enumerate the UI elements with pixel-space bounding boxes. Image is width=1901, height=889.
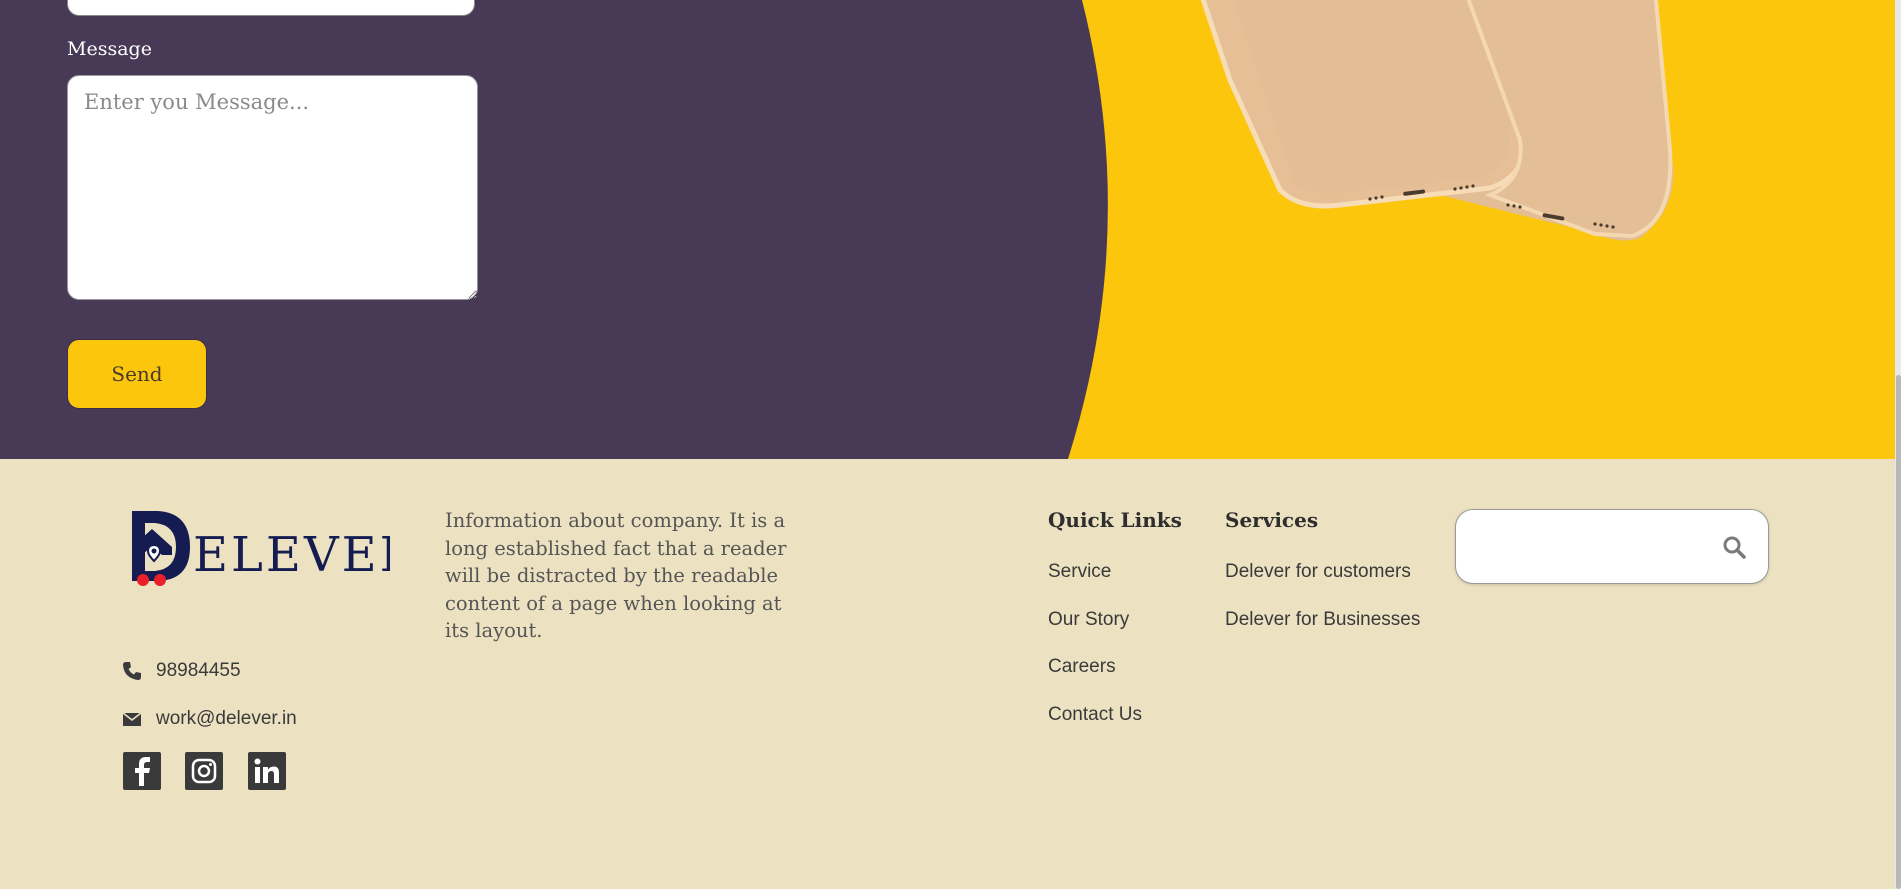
instagram-icon [191,758,217,784]
instagram-link[interactable] [185,752,223,790]
quick-link-service[interactable]: Service [1048,561,1111,583]
linkedin-link[interactable] [248,752,286,790]
quick-link-our-story[interactable]: Our Story [1048,609,1129,631]
quick-link-contact-us[interactable]: Contact Us [1048,704,1142,726]
services-title: Services [1225,508,1319,532]
message-label: Message [67,38,152,60]
linkedin-icon [254,758,279,783]
quick-link-careers[interactable]: Careers [1048,656,1116,678]
envelope-icon [122,712,142,726]
quick-links-title: Quick Links [1048,508,1182,532]
message-textarea[interactable] [67,75,478,300]
company-info-text: Information about company. It is a long … [445,509,787,642]
email-address[interactable]: work@delever.in [156,708,297,730]
search-input[interactable] [1474,528,1698,568]
delever-logo-icon [132,511,190,586]
service-link-businesses[interactable]: Delever for Businesses [1225,609,1420,631]
facebook-link[interactable] [123,752,161,790]
phone-row: 98984455 [122,660,241,682]
service-link-customers[interactable]: Delever for customers [1225,561,1411,583]
facebook-icon [135,757,150,786]
search-icon[interactable] [1722,535,1746,559]
page-scrollbar-thumb[interactable] [1896,375,1901,889]
logo-wordmark: ELEVER [193,527,390,583]
email-row: work@delever.in [122,708,297,730]
delever-logo[interactable]: ELEVER [128,509,390,591]
previous-field-input[interactable] [67,0,475,16]
send-button[interactable]: Send [67,339,207,409]
phone-number[interactable]: 98984455 [156,660,241,682]
phone-icon [123,662,141,680]
contact-section: Message Send [0,0,1901,459]
